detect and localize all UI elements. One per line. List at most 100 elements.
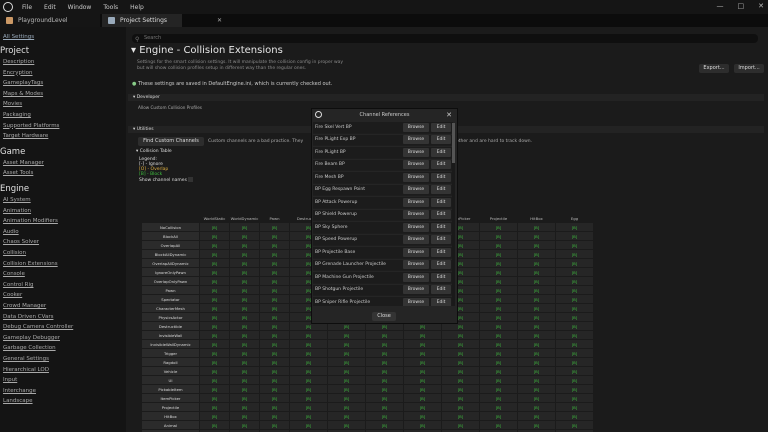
collision-cell[interactable]: [B] bbox=[555, 240, 594, 250]
edit-button[interactable]: Edit bbox=[431, 235, 451, 245]
close-button[interactable]: Close bbox=[372, 312, 396, 321]
collision-cell[interactable]: [B] bbox=[229, 285, 260, 295]
collision-cell[interactable]: [B] bbox=[199, 402, 230, 412]
menu-edit[interactable]: Edit bbox=[44, 4, 56, 11]
edit-button[interactable]: Edit bbox=[431, 247, 451, 257]
collision-cell[interactable]: [B] bbox=[199, 231, 230, 241]
close-dialog-icon[interactable]: ✕ bbox=[446, 109, 452, 121]
collision-cell[interactable]: [B] bbox=[259, 276, 290, 286]
collision-cell[interactable]: [B] bbox=[479, 312, 518, 322]
sidebar-item[interactable]: Landscape bbox=[3, 398, 33, 404]
collision-cell[interactable]: [B] bbox=[517, 393, 556, 403]
collision-cell[interactable]: [B] bbox=[199, 249, 230, 259]
collision-cell[interactable]: [B] bbox=[479, 231, 518, 241]
close-tab-icon[interactable]: ✕ bbox=[217, 17, 222, 24]
collision-cell[interactable]: [B] bbox=[289, 384, 328, 394]
collision-cell[interactable]: [B] bbox=[479, 285, 518, 295]
sidebar-group-title[interactable]: Project bbox=[0, 46, 29, 56]
collision-cell[interactable]: [B] bbox=[229, 294, 260, 304]
collision-cell[interactable]: [B] bbox=[289, 420, 328, 430]
edit-button[interactable]: Edit bbox=[431, 185, 451, 195]
collision-cell[interactable]: [B] bbox=[327, 366, 366, 376]
collision-cell[interactable]: [B] bbox=[365, 384, 404, 394]
edit-button[interactable]: Edit bbox=[431, 297, 451, 306]
collision-cell[interactable]: [B] bbox=[365, 348, 404, 358]
collision-cell[interactable]: [B] bbox=[403, 330, 442, 340]
collision-cell[interactable]: [B] bbox=[441, 384, 480, 394]
scroll-thumb[interactable] bbox=[452, 123, 455, 163]
collision-cell[interactable]: [B] bbox=[365, 330, 404, 340]
collision-cell[interactable]: [B] bbox=[517, 240, 556, 250]
sidebar-item[interactable]: AI System bbox=[3, 197, 31, 203]
collision-cell[interactable]: [B] bbox=[327, 402, 366, 412]
collision-cell[interactable]: [B] bbox=[517, 249, 556, 259]
collision-cell[interactable]: [B] bbox=[259, 240, 290, 250]
edit-button[interactable]: Edit bbox=[431, 160, 451, 170]
collision-cell[interactable]: [B] bbox=[517, 285, 556, 295]
browse-button[interactable]: Browse bbox=[403, 160, 429, 170]
collision-cell[interactable]: [B] bbox=[517, 258, 556, 268]
sidebar-item[interactable]: GameplayTags bbox=[3, 80, 43, 86]
collision-cell[interactable]: [B] bbox=[479, 375, 518, 385]
dialog-scrollbar[interactable] bbox=[452, 123, 455, 306]
sidebar-item[interactable]: Animation bbox=[3, 208, 31, 214]
browse-button[interactable]: Browse bbox=[403, 122, 429, 132]
collision-cell[interactable]: [B] bbox=[441, 330, 480, 340]
sidebar-item[interactable]: Audio bbox=[3, 229, 19, 235]
unreal-logo-icon[interactable] bbox=[3, 2, 13, 12]
sidebar-item[interactable]: Maps & Modes bbox=[3, 91, 43, 97]
collision-cell[interactable]: [B] bbox=[259, 402, 290, 412]
collision-cell[interactable]: [B] bbox=[259, 384, 290, 394]
collision-cell[interactable]: [B] bbox=[327, 330, 366, 340]
collision-cell[interactable]: [B] bbox=[365, 393, 404, 403]
sidebar-item[interactable]: Gameplay Debugger bbox=[3, 335, 60, 341]
collision-cell[interactable]: [B] bbox=[327, 357, 366, 367]
collision-cell[interactable]: [B] bbox=[259, 258, 290, 268]
collision-cell[interactable]: [B] bbox=[229, 366, 260, 376]
collision-cell[interactable]: [B] bbox=[199, 411, 230, 421]
collision-cell[interactable]: [B] bbox=[289, 330, 328, 340]
collision-cell[interactable]: [B] bbox=[199, 330, 230, 340]
collision-cell[interactable]: [B] bbox=[403, 339, 442, 349]
collision-cell[interactable]: [B] bbox=[517, 411, 556, 421]
tab-project-settings[interactable]: Project Settings ✕ bbox=[102, 14, 222, 27]
collision-cell[interactable]: [B] bbox=[259, 267, 290, 277]
collision-cell[interactable]: [B] bbox=[555, 420, 594, 430]
section-developer[interactable]: ▾ Developer bbox=[128, 94, 764, 101]
collision-cell[interactable]: [B] bbox=[229, 240, 260, 250]
collision-cell[interactable]: [B] bbox=[259, 420, 290, 430]
collision-cell[interactable]: [B] bbox=[259, 285, 290, 295]
collision-cell[interactable]: [B] bbox=[403, 402, 442, 412]
collision-cell[interactable]: [B] bbox=[327, 348, 366, 358]
collision-cell[interactable]: [B] bbox=[517, 402, 556, 412]
browse-button[interactable]: Browse bbox=[403, 297, 429, 306]
collision-cell[interactable]: [B] bbox=[479, 258, 518, 268]
collision-cell[interactable]: [B] bbox=[479, 411, 518, 421]
collision-cell[interactable]: [B] bbox=[479, 366, 518, 376]
collision-cell[interactable]: [B] bbox=[441, 402, 480, 412]
collision-cell[interactable]: [B] bbox=[289, 402, 328, 412]
edit-button[interactable]: Edit bbox=[431, 210, 451, 220]
sidebar-item[interactable]: Input bbox=[3, 377, 17, 383]
collision-cell[interactable]: [B] bbox=[327, 411, 366, 421]
collision-cell[interactable]: [B] bbox=[259, 249, 290, 259]
browse-button[interactable]: Browse bbox=[403, 185, 429, 195]
collision-cell[interactable]: [B] bbox=[479, 240, 518, 250]
browse-button[interactable]: Browse bbox=[403, 235, 429, 245]
collision-cell[interactable]: [B] bbox=[289, 393, 328, 403]
collision-cell[interactable]: [B] bbox=[517, 303, 556, 313]
collision-cell[interactable]: [B] bbox=[289, 357, 328, 367]
sidebar-item[interactable]: Cooker bbox=[3, 292, 22, 298]
collision-cell[interactable]: [B] bbox=[199, 222, 230, 232]
collision-cell[interactable]: [B] bbox=[517, 267, 556, 277]
collision-cell[interactable]: [B] bbox=[229, 276, 260, 286]
collision-cell[interactable]: [B] bbox=[555, 303, 594, 313]
collision-cell[interactable]: [B] bbox=[259, 321, 290, 331]
collision-cell[interactable]: [B] bbox=[229, 267, 260, 277]
collision-cell[interactable]: [B] bbox=[229, 312, 260, 322]
collision-cell[interactable]: [B] bbox=[517, 222, 556, 232]
collision-cell[interactable]: [B] bbox=[403, 384, 442, 394]
collision-cell[interactable]: [B] bbox=[555, 231, 594, 241]
collision-cell[interactable]: [B] bbox=[229, 375, 260, 385]
edit-button[interactable]: Edit bbox=[431, 147, 451, 157]
